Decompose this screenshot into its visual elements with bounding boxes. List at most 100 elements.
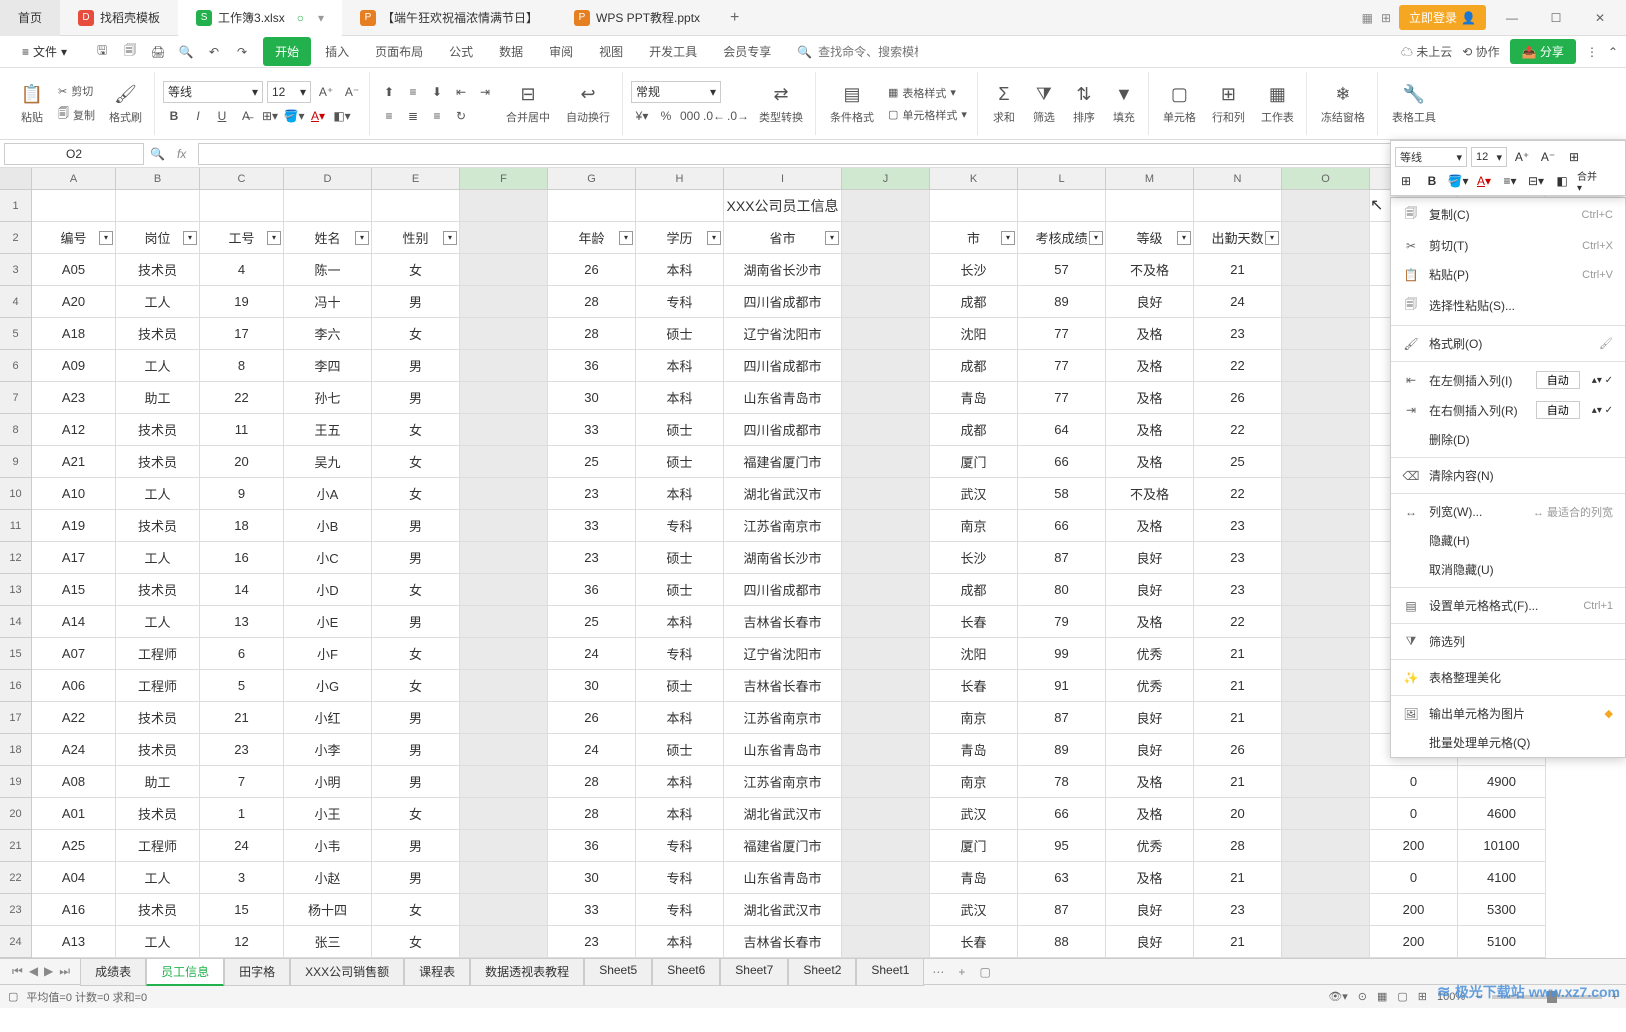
cell[interactable]	[842, 638, 930, 670]
cell[interactable]: 技术员	[116, 702, 200, 734]
cell[interactable]	[460, 350, 548, 382]
mini-font-color-icon[interactable]: A▾	[1473, 170, 1495, 192]
cell[interactable]: 硕士	[636, 542, 724, 574]
copy-button[interactable]: 🗐 复制	[54, 103, 99, 126]
tab-workbook[interactable]: S工作簿3.xlsx○▾	[178, 0, 342, 36]
cell[interactable]: 66	[1018, 798, 1106, 830]
ribbon-tab-公式[interactable]: 公式	[437, 37, 485, 66]
undo-icon[interactable]: ↶	[203, 41, 225, 63]
cell[interactable]	[116, 190, 200, 222]
cell[interactable]	[842, 190, 930, 222]
cell[interactable]: 优秀	[1106, 830, 1194, 862]
cell[interactable]: 25	[1194, 446, 1282, 478]
cell[interactable]: 工人	[116, 862, 200, 894]
sheet-tab-员工信息[interactable]: 员工信息	[146, 958, 224, 986]
cell[interactable]: 小红	[284, 702, 372, 734]
cell[interactable]: 80	[1018, 574, 1106, 606]
cell[interactable]: 工人	[116, 606, 200, 638]
cell[interactable]	[460, 894, 548, 926]
ribbon-tab-插入[interactable]: 插入	[313, 37, 361, 66]
cell[interactable]: 女	[372, 414, 460, 446]
cell[interactable]: 9	[200, 478, 284, 510]
cell[interactable]: 22	[1194, 606, 1282, 638]
row-header[interactable]: 1	[0, 190, 32, 222]
cell[interactable]: 20	[1194, 798, 1282, 830]
cell[interactable]: 女	[372, 318, 460, 350]
cell[interactable]: 30	[548, 382, 636, 414]
cell[interactable]: A22	[32, 702, 116, 734]
cell[interactable]: 20	[200, 446, 284, 478]
cell[interactable]: 王五	[284, 414, 372, 446]
cell[interactable]: 助工	[116, 382, 200, 414]
cell[interactable]: 19	[200, 286, 284, 318]
cell[interactable]: 0	[1370, 798, 1458, 830]
cell[interactable]: 不及格	[1106, 254, 1194, 286]
cell[interactable]: 技术员	[116, 254, 200, 286]
sheet-tab-Sheet6[interactable]: Sheet6	[652, 958, 720, 986]
cell[interactable]: 26	[548, 702, 636, 734]
save-as-icon[interactable]: 🗐	[119, 41, 141, 63]
dec-dec-icon[interactable]: .0→	[727, 105, 749, 127]
cell[interactable]: 23	[1194, 574, 1282, 606]
cell[interactable]	[460, 766, 548, 798]
view-break-icon[interactable]: ⊞	[1418, 990, 1427, 1003]
cell[interactable]: 出勤天数▾	[1194, 222, 1282, 254]
mini-merge-icon[interactable]: ⊟▾	[1525, 170, 1547, 192]
cell[interactable]: 工号▾	[200, 222, 284, 254]
cell[interactable]: 24	[548, 638, 636, 670]
sheet-next-icon[interactable]: ▶	[42, 964, 55, 979]
sheet-add-icon[interactable]: +	[952, 965, 971, 979]
cell[interactable]: 小赵	[284, 862, 372, 894]
cell[interactable]	[636, 190, 724, 222]
cell[interactable]: 4	[200, 254, 284, 286]
cell[interactable]: 26	[1194, 734, 1282, 766]
cell[interactable]: 22	[1194, 350, 1282, 382]
cell[interactable]: 小E	[284, 606, 372, 638]
cell[interactable]: 28	[548, 766, 636, 798]
sheet-list-icon[interactable]: ▢	[973, 965, 996, 979]
ctx-insert-left[interactable]: ⇤在左侧插入列(I)▴▾ ✓	[1391, 365, 1625, 395]
row-header[interactable]: 10	[0, 478, 32, 510]
sheet-tab-田字格[interactable]: 田字格	[224, 958, 290, 986]
save-icon[interactable]: 🖫	[91, 41, 113, 63]
cell[interactable]	[1282, 830, 1370, 862]
cell[interactable]: 28	[548, 286, 636, 318]
row-header[interactable]: 20	[0, 798, 32, 830]
cell[interactable]: 性别▾	[372, 222, 460, 254]
cell[interactable]	[460, 830, 548, 862]
apps-icon[interactable]: ⊞	[1381, 11, 1391, 25]
cell[interactable]	[460, 638, 548, 670]
cell[interactable]: 张三	[284, 926, 372, 958]
cell[interactable]: 专科	[636, 638, 724, 670]
cell[interactable]: 专科	[636, 286, 724, 318]
cell[interactable]: 26	[1194, 382, 1282, 414]
cell[interactable]	[284, 190, 372, 222]
cell[interactable]: 四川省成都市	[724, 286, 842, 318]
filter-dropdown-icon[interactable]: ▾	[99, 231, 113, 245]
ribbon-tab-页面布局[interactable]: 页面布局	[363, 37, 435, 66]
sheet-tab-数据透视表教程[interactable]: 数据透视表教程	[470, 958, 584, 986]
select-all-corner[interactable]	[0, 168, 32, 189]
filter-dropdown-icon[interactable]: ▾	[1001, 231, 1015, 245]
cell[interactable]: 6	[200, 638, 284, 670]
cell[interactable]: 24	[548, 734, 636, 766]
cell[interactable]: 小G	[284, 670, 372, 702]
cell[interactable]: 山东省青岛市	[724, 382, 842, 414]
cell[interactable]: 58	[1018, 478, 1106, 510]
cell[interactable]	[1282, 478, 1370, 510]
cell[interactable]: 及格	[1106, 382, 1194, 414]
highlight-button[interactable]: ◧▾	[331, 105, 353, 127]
cell[interactable]: 湖北省武汉市	[724, 478, 842, 510]
cell[interactable]: 16	[200, 542, 284, 574]
cell[interactable]: 7	[200, 766, 284, 798]
close-icon[interactable]: ▾	[318, 11, 324, 25]
coop-button[interactable]: ⟲ 协作	[1462, 43, 1499, 60]
cell[interactable]	[842, 286, 930, 318]
cell[interactable]: 硕士	[636, 414, 724, 446]
cell[interactable]: 南京	[930, 702, 1018, 734]
cell[interactable]: 陈一	[284, 254, 372, 286]
ctx-insert-right[interactable]: ⇥在右侧插入列(R)▴▾ ✓	[1391, 395, 1625, 425]
cell[interactable]: 厦门	[930, 830, 1018, 862]
cell[interactable]	[842, 862, 930, 894]
col-header-J[interactable]: J	[842, 168, 930, 189]
